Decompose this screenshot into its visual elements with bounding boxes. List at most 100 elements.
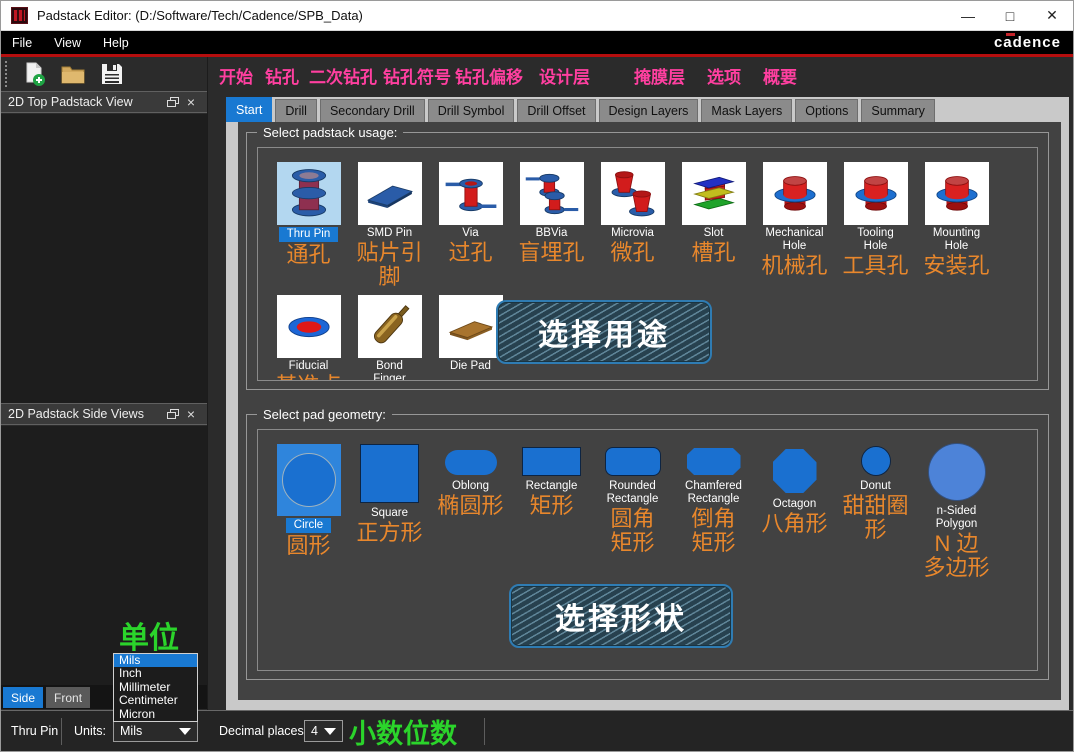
fiducial-icon[interactable] — [277, 295, 341, 358]
chevron-down-icon — [179, 728, 191, 735]
usage-annotation-cn: 机械孔 — [761, 254, 827, 278]
nsided-shape-icon[interactable] — [929, 444, 985, 500]
bbvia-icon[interactable] — [520, 162, 584, 225]
tab-pane-frame: Select padstack usage: Thru Pin通孔 SMD Pi… — [226, 122, 1069, 710]
close-panel-icon[interactable]: × — [182, 406, 200, 422]
usage-annotation-cn: 工具孔 — [842, 254, 908, 278]
hole-icon[interactable] — [844, 162, 908, 225]
usage-item-fiducial[interactable]: Fiducial基准点 — [268, 295, 349, 381]
tab-drill-symbol[interactable]: Drill Symbol — [428, 99, 515, 122]
microvia-icon[interactable] — [601, 162, 665, 225]
tab-options[interactable]: Options — [795, 99, 858, 122]
usage-item-via[interactable]: Via过孔 — [430, 162, 511, 289]
float-panel-icon[interactable] — [164, 97, 182, 108]
usage-item-bbvia[interactable]: BBVia盲埋孔 — [511, 162, 592, 289]
pink-annotation-: 概要 — [763, 63, 797, 88]
units-combobox[interactable]: Mils — [113, 720, 198, 742]
separator — [61, 718, 62, 745]
units-option-centimeter[interactable]: Centimeter — [114, 694, 197, 707]
menu-view[interactable]: View — [43, 31, 92, 54]
geometry-annotation-cn: 甜甜圈 形 — [842, 494, 908, 542]
geometry-item-oblong[interactable]: Oblong椭圆形 — [430, 444, 511, 580]
decimal-places-value: 4 — [311, 724, 318, 738]
tab-design-layers[interactable]: Design Layers — [599, 99, 699, 122]
geometry-item-label: Rectangle — [526, 480, 578, 493]
units-option-mils[interactable]: Mils — [114, 654, 197, 667]
usage-annotation-cn: 通孔 — [286, 243, 330, 267]
decimal-places-combobox[interactable]: 4 — [304, 720, 343, 742]
die-pad-icon[interactable] — [439, 295, 503, 358]
via-icon[interactable] — [439, 162, 503, 225]
smd-pin-icon[interactable] — [358, 162, 422, 225]
units-option-micron[interactable]: Micron — [114, 708, 197, 721]
tab-secondary-drill[interactable]: Secondary Drill — [320, 99, 425, 122]
geometry-item-circle[interactable]: Circle圆形 — [268, 444, 349, 580]
usage-item-label: Bond Finger — [373, 360, 406, 381]
geometry-item-chamfered-rectangle[interactable]: Chamfered Rectangle倒角 矩形 — [673, 444, 754, 580]
tab-front[interactable]: Front — [46, 687, 90, 708]
chamfer-shape-icon[interactable] — [687, 448, 741, 475]
float-panel-icon[interactable] — [164, 409, 182, 420]
units-option-millimeter[interactable]: Millimeter — [114, 681, 197, 694]
geometry-item-donut[interactable]: Donut甜甜圈 形 — [835, 444, 916, 580]
geometry-item-octagon[interactable]: Octagon八角形 — [754, 444, 835, 580]
geometry-item-rectangle[interactable]: Rectangle矩形 — [511, 444, 592, 580]
slot-icon[interactable] — [682, 162, 746, 225]
save-button[interactable] — [97, 60, 127, 88]
tab-side[interactable]: Side — [3, 687, 43, 708]
geometry-item-n-sided-polygon[interactable]: n-Sided PolygonN 边 多边形 — [916, 444, 997, 580]
menu-help[interactable]: Help — [92, 31, 140, 54]
open-folder-button[interactable] — [58, 60, 88, 88]
units-annotation-cn: 单位 — [119, 613, 179, 657]
usage-item-label: Tooling Hole — [857, 227, 893, 253]
usage-item-microvia[interactable]: Microvia微孔 — [592, 162, 673, 289]
minimize-button[interactable]: — — [947, 1, 989, 30]
rect-shape-icon[interactable] — [523, 448, 580, 475]
pink-annotation-: 设计层 — [539, 63, 590, 88]
toolbar-drag-handle[interactable] — [5, 61, 8, 87]
new-file-button[interactable] — [19, 60, 49, 88]
tab-drill[interactable]: Drill — [275, 99, 317, 122]
usage-item-slot[interactable]: Slot槽孔 — [673, 162, 754, 289]
menubar: FileViewHelp cadence — [1, 31, 1073, 54]
geometry-item-label: Square — [371, 507, 408, 520]
geometry-item-square[interactable]: Square正方形 — [349, 444, 430, 580]
units-option-inch[interactable]: Inch — [114, 667, 197, 680]
geometry-item-label: n-Sided Polygon — [936, 505, 978, 531]
geometry-annotation-box: 选择形状 — [509, 584, 733, 648]
hole-icon[interactable] — [925, 162, 989, 225]
bond-finger-icon[interactable] — [358, 295, 422, 358]
close-button[interactable]: ✕ — [1031, 1, 1073, 30]
usage-item-label: Die Pad — [450, 360, 491, 373]
thru-pin-icon[interactable] — [277, 162, 341, 225]
menu-file[interactable]: File — [1, 31, 43, 54]
circle-selected-tile[interactable] — [277, 444, 341, 516]
octagon-shape-icon[interactable] — [773, 449, 817, 493]
tab-mask-layers[interactable]: Mask Layers — [701, 99, 792, 122]
donut-shape-icon[interactable] — [862, 447, 890, 475]
geometry-item-rounded-rectangle[interactable]: Rounded Rectangle圆角 矩形 — [592, 444, 673, 580]
close-panel-icon[interactable]: × — [182, 94, 200, 110]
usage-annotation-cn: 安装孔 — [923, 254, 989, 278]
tab-drill-offset[interactable]: Drill Offset — [517, 99, 595, 122]
geometry-annotation-cn: 矩形 — [529, 494, 573, 518]
usage-item-mounting-hole[interactable]: Mounting Hole安装孔 — [916, 162, 997, 289]
usage-item-tooling-hole[interactable]: Tooling Hole工具孔 — [835, 162, 916, 289]
tab-summary[interactable]: Summary — [861, 99, 934, 122]
square-shape-icon[interactable] — [361, 445, 418, 502]
hole-icon[interactable] — [763, 162, 827, 225]
usage-item-smd-pin[interactable]: SMD Pin贴片引脚 — [349, 162, 430, 289]
oblong-shape-icon[interactable] — [445, 450, 497, 475]
circle-shape-icon[interactable] — [282, 453, 336, 507]
file-toolbar — [1, 57, 207, 91]
usage-item-mechanical-hole[interactable]: Mechanical Hole机械孔 — [754, 162, 835, 289]
usage-item-bond-finger[interactable]: Bond Finger金手指 — [349, 295, 430, 381]
usage-annotation-cn: 槽孔 — [691, 241, 735, 265]
tab-start[interactable]: Start — [226, 97, 272, 122]
app-icon — [11, 7, 28, 24]
maximize-button[interactable]: □ — [989, 1, 1031, 30]
rounded-shape-icon[interactable] — [606, 448, 660, 475]
usage-annotation-cn: 贴片引脚 — [349, 241, 430, 289]
usage-item-thru-pin[interactable]: Thru Pin通孔 — [268, 162, 349, 289]
top-view-canvas[interactable] — [1, 114, 207, 403]
